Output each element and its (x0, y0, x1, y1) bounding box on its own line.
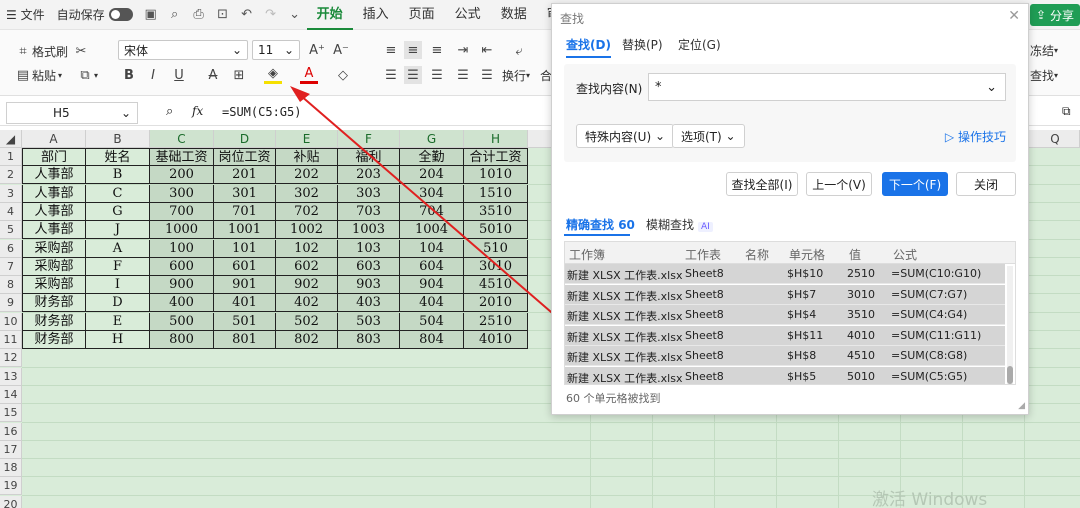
dialog-title: 查找 (560, 12, 585, 26)
search-panel: 查找内容(N) * ⌄ 特殊内容(U) ⌄ 选项(T) ⌄ ▷ 操作技巧 (564, 64, 1016, 162)
results-cell: =SUM(C7:G7) (891, 287, 968, 301)
tab-goto[interactable]: 定位(G) (678, 36, 721, 53)
table-row[interactable]: 新建 XLSX 工作表.xlsx Sheet8 $H$10 2510 =SUM(C10:… (565, 264, 1005, 284)
find-all-button[interactable]: 查找全部(I) (726, 172, 798, 196)
results-column-header[interactable]: 公式 (893, 246, 917, 263)
results-cell: =SUM(C8:G8) (891, 349, 968, 363)
results-column-header[interactable]: 工作表 (685, 246, 721, 263)
results-cell: 新建 XLSX 工作表.xlsx (567, 351, 683, 365)
results-column-header[interactable]: 值 (849, 246, 861, 263)
results-cell: Sheet8 (685, 287, 724, 301)
tab-replace[interactable]: 替换(P) (622, 36, 663, 53)
results-cell: Sheet8 (685, 308, 724, 322)
results-column-header[interactable]: 单元格 (789, 246, 825, 263)
results-table[interactable]: 工作簿 工作表 名称 单元格值公式 新建 XLSX 工作表.xlsx Sheet8 $H$… (564, 241, 1016, 385)
tab-find[interactable]: 查找(D) (566, 36, 611, 58)
chevron-down-icon: ⌄ (986, 79, 997, 95)
ai-badge: AI (698, 222, 713, 232)
table-row[interactable]: 新建 XLSX 工作表.xlsx Sheet8 $H$11 4010 =SUM(C11:… (565, 325, 1005, 346)
options-button[interactable]: 选项(T) ⌄ (672, 124, 745, 148)
tab-fuzzy-find[interactable]: 模糊查找 AI (646, 216, 713, 233)
close-button[interactable]: 关闭 (956, 172, 1016, 196)
resize-grip-icon[interactable]: ◢ (1018, 401, 1025, 411)
results-cell: Sheet8 (685, 267, 724, 280)
windows-watermark: 激活 Windows (872, 490, 988, 508)
play-icon: ▷ (944, 129, 955, 144)
results-cell: 新建 XLSX 工作表.xlsx (567, 269, 683, 282)
results-column-header[interactable]: 工作簿 (569, 246, 605, 263)
results-scrollbar[interactable] (1007, 266, 1013, 384)
table-row[interactable]: 新建 XLSX 工作表.xlsx Sheet8 $H$5 5010 =SUM(C5:G5… (565, 367, 1005, 385)
results-cell: $H$5 (787, 370, 817, 383)
results-cell: Sheet8 (685, 328, 724, 342)
special-content-button[interactable]: 特殊内容(U) ⌄ (576, 124, 675, 148)
table-row[interactable]: 新建 XLSX 工作表.xlsx Sheet8 $H$4 3510 =SUM(C4:G4… (565, 305, 1005, 326)
results-header: 工作簿 工作表 名称 单元格 值 公式 (565, 242, 1015, 264)
results-cell: $H$8 (787, 349, 817, 363)
results-column-header[interactable]: 名称 (745, 246, 769, 263)
active-tab-underline (564, 234, 630, 236)
results-cell: $H$11 (787, 328, 824, 342)
results-cell: 4510 (847, 349, 875, 363)
results-cell: 新建 XLSX 工作表.xlsx (567, 372, 683, 385)
results-cell: 新建 XLSX 工作表.xlsx (567, 289, 683, 303)
results-cell: =SUM(C11:G11) (891, 328, 982, 342)
find-next-button[interactable]: 下一个(F) (882, 172, 948, 196)
tab-exact-find[interactable]: 精确查找 60 (566, 216, 635, 233)
find-label: 查找内容(N) (576, 82, 643, 96)
results-cell: Sheet8 (685, 370, 724, 383)
results-cell: 新建 XLSX 工作表.xlsx (567, 330, 683, 344)
results-cell: 4010 (847, 328, 875, 342)
tips-link[interactable]: ▷ 操作技巧 (945, 128, 1006, 145)
table-row[interactable]: 新建 XLSX 工作表.xlsx Sheet8 $H$7 3010 =SUM(C7:G7… (565, 284, 1005, 305)
scroll-thumb[interactable] (1007, 366, 1013, 384)
results-cell: $H$7 (787, 287, 817, 301)
find-input[interactable]: * ⌄ (648, 73, 1006, 101)
results-cell: 新建 XLSX 工作表.xlsx (567, 310, 683, 324)
find-previous-button[interactable]: 上一个(V) (806, 172, 872, 196)
results-cell: =SUM(C4:G4) (891, 308, 968, 322)
find-dialog: 查找 ✕ 查找(D) 替换(P) 定位(G) 查找内容(N) * ⌄ 特殊内容(U… (551, 3, 1029, 415)
results-cell: =SUM(C5:G5) (891, 370, 968, 383)
close-icon[interactable]: ✕ (1008, 8, 1020, 24)
results-cell: 2510 (847, 267, 875, 280)
results-cell: $H$10 (787, 267, 824, 280)
table-row[interactable]: 新建 XLSX 工作表.xlsx Sheet8 $H$8 4510 =SUM(C8:G8… (565, 346, 1005, 367)
chevron-down-icon: ⌄ (725, 129, 736, 143)
results-cell: $H$4 (787, 308, 817, 322)
results-cell: 3010 (847, 287, 875, 301)
status-text: 60 个单元格被找到 (566, 392, 661, 405)
results-cell: =SUM(C10:G10) (891, 267, 982, 280)
chevron-down-icon: ⌄ (654, 129, 666, 143)
results-cell: Sheet8 (685, 349, 724, 363)
results-cell: 5010 (847, 370, 875, 383)
results-cell: 3510 (847, 308, 875, 322)
